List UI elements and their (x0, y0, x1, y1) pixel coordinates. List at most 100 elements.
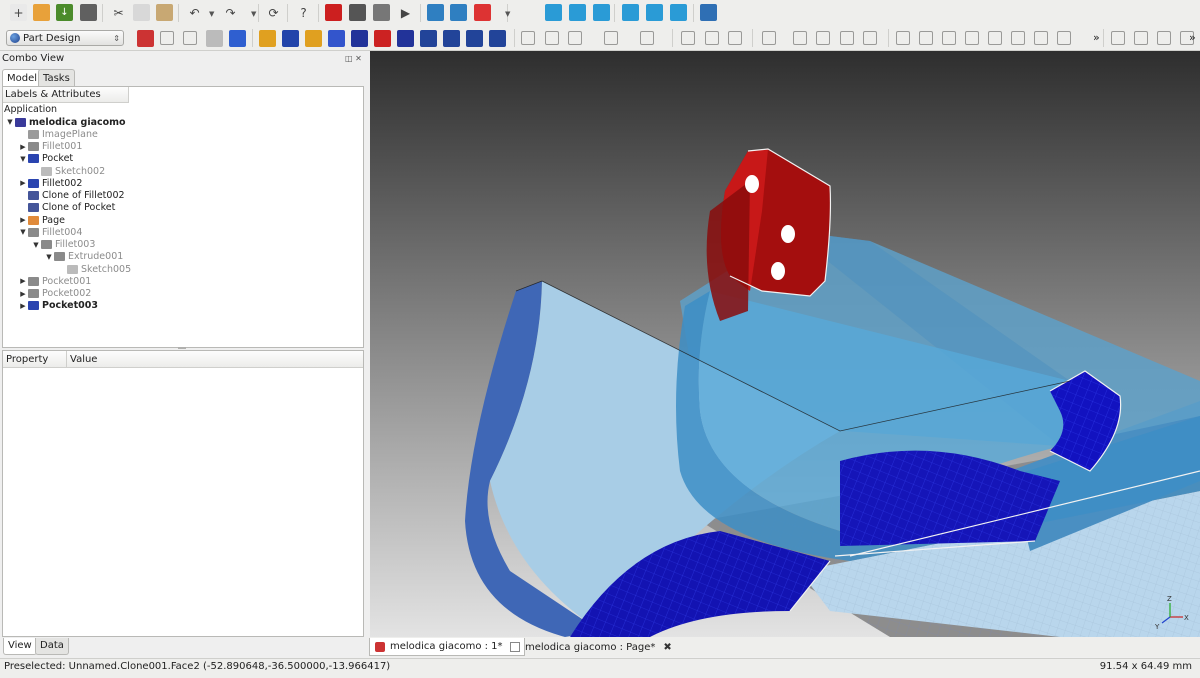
tree-item[interactable]: ▶ Pocket001 (18, 275, 91, 287)
expand-arrow-icon[interactable]: ▶ (18, 179, 28, 187)
tab-view[interactable]: View (3, 638, 37, 655)
tree-item[interactable]: Sketch005 (57, 263, 131, 275)
constraint-equal-icon[interactable] (1057, 31, 1071, 45)
tree-item[interactable]: Sketch002 (31, 165, 105, 177)
sketch-point-icon[interactable] (521, 31, 535, 45)
tree-item[interactable]: ▶ Fillet001 (18, 141, 82, 153)
new-file-icon[interactable]: + (10, 4, 27, 21)
collapse-arrow-icon[interactable]: ▼ (31, 241, 41, 249)
constraint-parallel-icon[interactable] (988, 31, 1002, 45)
sketch-external-icon[interactable] (840, 31, 854, 45)
draft-icon[interactable] (397, 30, 414, 47)
view-top-icon[interactable] (569, 4, 586, 21)
save-icon[interactable]: ↓ (56, 4, 73, 21)
tree-item[interactable]: ▶ Pocket003 (18, 300, 98, 312)
draw-style-dropdown-arrow[interactable]: ▼ (505, 10, 510, 18)
panel-splitter-handle[interactable] (178, 347, 186, 349)
constraint-coincident-icon[interactable] (896, 31, 910, 45)
draw-style-icon[interactable] (474, 4, 491, 21)
polar-pattern-icon[interactable] (466, 30, 483, 47)
groove-icon[interactable] (328, 30, 345, 47)
multi-transform-icon[interactable] (489, 30, 506, 47)
sketch-trim-icon[interactable] (816, 31, 830, 45)
close-dock-icon[interactable]: ✕ (355, 54, 362, 63)
constraint-tangent-icon[interactable] (1034, 31, 1048, 45)
view-image-icon[interactable] (206, 30, 223, 47)
tree-item[interactable]: ▼ melodica giacomo (5, 116, 125, 128)
sketch-arc-icon[interactable] (568, 31, 582, 45)
constraint-horizontal-icon[interactable] (965, 31, 979, 45)
expand-arrow-icon[interactable]: ▶ (18, 216, 28, 224)
revolution-icon[interactable] (305, 30, 322, 47)
fillet-icon[interactable] (351, 30, 368, 47)
tree-item[interactable]: ▶ Fillet002 (18, 177, 82, 189)
macro-run-icon[interactable]: ▶ (397, 4, 414, 21)
import-icon[interactable] (183, 31, 197, 45)
macro-stop-icon[interactable] (349, 4, 366, 21)
view-bottom-icon[interactable] (646, 4, 663, 21)
collapse-arrow-icon[interactable]: ▼ (18, 228, 28, 236)
sketch-circle-icon[interactable] (604, 31, 618, 45)
mirrored-icon[interactable] (420, 30, 437, 47)
tab-data[interactable]: Data (35, 638, 69, 655)
collapse-arrow-icon[interactable]: ▼ (18, 155, 28, 163)
constraint-perpendicular-icon[interactable] (1011, 31, 1025, 45)
expand-arrow-icon[interactable]: ▶ (18, 290, 28, 298)
tree-item[interactable]: ▶ Page (18, 214, 65, 226)
open-folder-icon[interactable] (33, 4, 50, 21)
tree-item[interactable]: ▼ Fillet004 (18, 226, 82, 238)
tree-item[interactable]: Clone of Pocket (18, 202, 115, 214)
constraint-horizontal-distance-icon[interactable] (1157, 31, 1171, 45)
sketch-construction-icon[interactable] (863, 31, 877, 45)
macro-edit-icon[interactable] (373, 4, 390, 21)
whats-this-icon[interactable]: ? (295, 4, 312, 21)
sketch-polyline-icon[interactable] (681, 31, 695, 45)
tree-item[interactable]: ▶ Pocket002 (18, 288, 91, 300)
toolbar-overflow-button[interactable]: » (1093, 31, 1100, 44)
view-fit-selection-icon[interactable] (450, 4, 467, 21)
workbench-selector[interactable]: Part Design ⇕ (6, 30, 124, 46)
expand-arrow-icon[interactable]: ▶ (18, 302, 28, 310)
linear-pattern-icon[interactable] (443, 30, 460, 47)
sketch-slot-icon[interactable] (762, 31, 776, 45)
view-front-icon[interactable] (545, 4, 562, 21)
pocket-icon[interactable] (282, 30, 299, 47)
redo-icon[interactable]: ↷ (222, 4, 239, 21)
redo-dropdown-arrow[interactable]: ▼ (251, 10, 256, 18)
float-dock-icon[interactable]: ◫ (345, 54, 353, 63)
value-column-header[interactable]: Value (70, 354, 97, 365)
create-body-icon[interactable] (137, 30, 154, 47)
doc-tab-page[interactable]: melodica giacomo : Page* ✖ (505, 638, 677, 656)
export-icon[interactable] (160, 31, 174, 45)
chamfer-icon[interactable] (374, 30, 391, 47)
macro-record-icon[interactable] (325, 4, 342, 21)
view-fit-all-icon[interactable] (427, 4, 444, 21)
property-column-header[interactable]: Property (6, 354, 48, 365)
sketch-fillet-icon[interactable] (793, 31, 807, 45)
view-right-icon[interactable] (593, 4, 610, 21)
tree-item[interactable]: ImagePlane (18, 128, 98, 140)
tab-model[interactable]: Model (2, 69, 43, 86)
tree-item[interactable]: ▼ Pocket (18, 153, 73, 165)
constraint-symmetric-icon[interactable] (1111, 31, 1125, 45)
doc-tab-3d[interactable]: melodica giacomo : 1* ✖ (369, 638, 525, 656)
cut-icon[interactable]: ✂ (110, 4, 127, 21)
constraint-vertical-icon[interactable] (942, 31, 956, 45)
sketch-rectangle-icon[interactable] (705, 31, 719, 45)
sketch-conic-icon[interactable] (640, 31, 654, 45)
sketch-line-icon[interactable] (545, 31, 559, 45)
3d-viewport[interactable]: X Z Y (370, 51, 1200, 637)
undo-icon[interactable]: ↶ (186, 4, 203, 21)
expand-arrow-icon[interactable]: ▶ (18, 143, 28, 151)
tree-root-application[interactable]: Application (4, 104, 57, 115)
part-box-icon[interactable] (229, 30, 246, 47)
print-icon[interactable] (80, 4, 97, 21)
refresh-icon[interactable]: ⟳ (265, 4, 282, 21)
undo-dropdown-arrow[interactable]: ▼ (209, 10, 214, 18)
tree-column-header[interactable]: Labels & Attributes (3, 87, 129, 103)
tree-item[interactable]: ▼ Fillet003 (31, 239, 95, 251)
view-isometric-icon[interactable] (515, 4, 532, 21)
copy-icon[interactable] (133, 4, 150, 21)
measure-distance-icon[interactable] (700, 4, 717, 21)
paste-icon[interactable] (156, 4, 173, 21)
